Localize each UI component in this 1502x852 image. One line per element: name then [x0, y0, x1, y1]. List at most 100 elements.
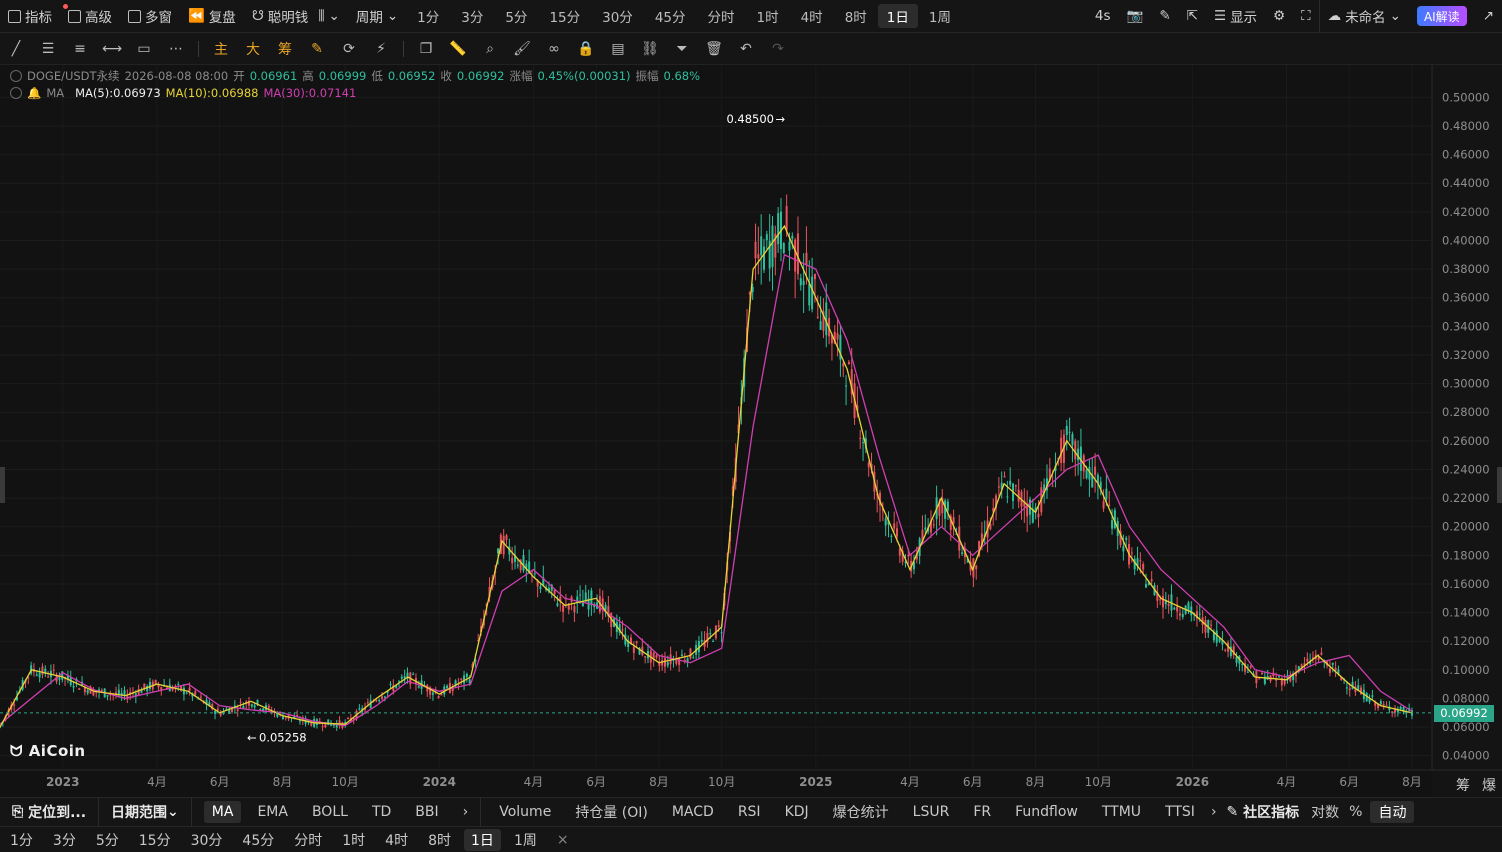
large-order-button[interactable]: 大: [237, 33, 269, 65]
period-tab-1[interactable]: 3分: [450, 0, 494, 33]
ai-button[interactable]: AI解读: [1409, 0, 1475, 33]
link-icon[interactable]: ⛓: [634, 33, 666, 65]
fullscreen-icon[interactable]: ⛶: [1293, 0, 1318, 33]
bottom-period-tab-1[interactable]: 3分: [43, 827, 86, 852]
chevron-right-icon[interactable]: ›: [451, 798, 481, 826]
filter-icon[interactable]: ⏷: [666, 33, 698, 65]
period-menu[interactable]: 周期 ⌄: [348, 0, 406, 33]
log-scale-toggle[interactable]: 对数: [1305, 798, 1345, 826]
display-button[interactable]: ☰ 显示: [1206, 0, 1265, 33]
trash-icon[interactable]: 🗑: [698, 33, 730, 65]
brush-icon[interactable]: 🖌: [506, 33, 538, 65]
period-tab-7[interactable]: 1时: [746, 0, 790, 33]
chart-area[interactable]: 0.50000 0.48000 0.46000 0.44000 0.42000 0.400…: [0, 65, 1502, 797]
period-tab-5[interactable]: 45分: [644, 0, 697, 33]
rectangle-icon[interactable]: ▭: [128, 33, 160, 65]
sub-indicator-tab-5[interactable]: 爆仓统计: [821, 798, 901, 826]
smart-money-button[interactable]: ☋ 聪明钱 ⫼ ⌄: [244, 0, 348, 33]
trend-line-icon[interactable]: ╱: [0, 33, 32, 65]
template-icon[interactable]: ▤: [602, 33, 634, 65]
bottom-period-tab-7[interactable]: 1时: [332, 827, 375, 852]
sub-indicator-tab-2[interactable]: MACD: [660, 798, 726, 826]
sub-indicator-tab-8[interactable]: Fundflow: [1003, 798, 1090, 826]
bottom-period-tab-3[interactable]: 15分: [129, 827, 181, 852]
bottom-period-tab-4[interactable]: 30分: [181, 827, 233, 852]
chip-distribution-button[interactable]: 筹: [1456, 775, 1470, 795]
sub-indicator-tab-6[interactable]: LSUR: [901, 798, 962, 826]
sub-indicator-tab-0[interactable]: Volume: [487, 798, 563, 826]
candle-body: [799, 278, 802, 286]
lock-icon[interactable]: 🔒: [570, 33, 602, 65]
ruler-icon[interactable]: 📏: [442, 33, 474, 65]
percent-scale-toggle[interactable]: %: [1345, 798, 1366, 826]
redo-icon[interactable]: ↷: [762, 33, 794, 65]
bell-icon[interactable]: 🔔: [27, 86, 41, 100]
edit-indicator-icon[interactable]: ✎: [301, 33, 333, 65]
date-range-button[interactable]: 日期范围 ⌄: [98, 798, 191, 826]
main-indicator-tab-0[interactable]: MA: [203, 801, 242, 823]
locate-button[interactable]: ⎘ 定位到...: [0, 798, 98, 826]
main-force-button[interactable]: 主: [205, 33, 237, 65]
period-tab-9[interactable]: 8时: [834, 0, 878, 33]
bottom-period-tab-2[interactable]: 5分: [86, 827, 129, 852]
bottom-period-tab-10[interactable]: 1日: [464, 828, 501, 851]
bottom-period-tab-6[interactable]: 分时: [284, 827, 332, 852]
magnet-icon[interactable]: ∞: [538, 33, 570, 65]
sub-indicator-tab-10[interactable]: TTSI: [1153, 798, 1207, 826]
main-indicator-tab-2[interactable]: BOLL: [300, 798, 360, 826]
sub-indicator-tab-4[interactable]: KDJ: [773, 798, 821, 826]
indicator-button[interactable]: 指标: [0, 0, 68, 33]
period-tab-8[interactable]: 4时: [790, 0, 834, 33]
refresh-interval[interactable]: 4s: [1087, 0, 1119, 33]
period-tab-4[interactable]: 30分: [591, 0, 644, 33]
period-tab-3[interactable]: 15分: [538, 0, 591, 33]
bottom-period-tab-5[interactable]: 45分: [232, 827, 284, 852]
undo-icon[interactable]: ↶: [730, 33, 762, 65]
expand-icon[interactable]: ↗: [1475, 0, 1502, 33]
bottom-period-tab-9[interactable]: 8时: [418, 827, 461, 852]
horizontal-ray-icon[interactable]: ⟷: [96, 33, 128, 65]
left-collapse-handle[interactable]: [0, 467, 5, 503]
liquidation-button[interactable]: 爆: [1482, 775, 1496, 795]
bottom-period-tab-0[interactable]: 1分: [0, 827, 43, 852]
sub-indicator-tab-9[interactable]: TTMU: [1090, 798, 1153, 826]
chevron-right-icon[interactable]: ›: [1207, 798, 1221, 826]
candle-body: [310, 723, 313, 726]
sync-icon[interactable]: ⟳: [333, 33, 365, 65]
main-indicator-tab-3[interactable]: TD: [360, 798, 403, 826]
zoom-icon[interactable]: ⌕: [474, 33, 506, 65]
period-tab-10[interactable]: 1日: [877, 4, 918, 28]
share-icon[interactable]: ⇱: [1179, 0, 1206, 33]
period-tab-0[interactable]: 1分: [406, 0, 450, 33]
price-chart[interactable]: 0.50000 0.48000 0.46000 0.44000 0.42000 0.400…: [0, 65, 1502, 797]
community-indicators-button[interactable]: ✎ 社区指标: [1221, 798, 1306, 826]
replay-button[interactable]: ⏪ 复盘: [180, 0, 244, 33]
close-icon[interactable]: ×: [547, 827, 579, 852]
sub-indicator-tab-3[interactable]: RSI: [726, 798, 773, 826]
collapse-icon[interactable]: [10, 87, 22, 99]
advanced-button[interactable]: 高级: [60, 0, 120, 33]
bottom-period-tab-11[interactable]: 1周: [504, 827, 547, 852]
more-tools-icon[interactable]: ⋯: [160, 33, 192, 65]
right-collapse-handle[interactable]: [1497, 467, 1502, 503]
auto-scale-toggle[interactable]: 自动: [1370, 801, 1415, 823]
period-tab-11[interactable]: 1周: [918, 0, 962, 33]
chip-button[interactable]: 筹: [269, 33, 301, 65]
signal-icon[interactable]: ⚡: [365, 33, 397, 65]
settings-icon[interactable]: ⚙: [1265, 0, 1293, 33]
horizontal-lines-icon[interactable]: ≡: [64, 33, 96, 65]
bottom-period-tab-8[interactable]: 4时: [375, 827, 418, 852]
pen-icon[interactable]: ✎: [1151, 0, 1178, 33]
layout-name-button[interactable]: ☁ 未命名 ⌄: [1318, 0, 1409, 33]
sub-indicator-tab-1[interactable]: 持仓量 (OI): [563, 798, 660, 826]
main-indicator-tab-1[interactable]: EMA: [245, 798, 300, 826]
main-indicator-tab-4[interactable]: BBI: [403, 798, 450, 826]
parallel-lines-icon[interactable]: ☰: [32, 33, 64, 65]
period-tab-2[interactable]: 5分: [494, 0, 538, 33]
period-tab-6[interactable]: 分时: [697, 0, 746, 33]
multi-window-button[interactable]: 多窗: [120, 0, 180, 33]
copy-icon[interactable]: ❐: [410, 33, 442, 65]
camera-icon[interactable]: 📷: [1119, 0, 1152, 33]
sub-indicator-tab-7[interactable]: FR: [961, 798, 1003, 826]
collapse-icon[interactable]: [10, 70, 22, 82]
